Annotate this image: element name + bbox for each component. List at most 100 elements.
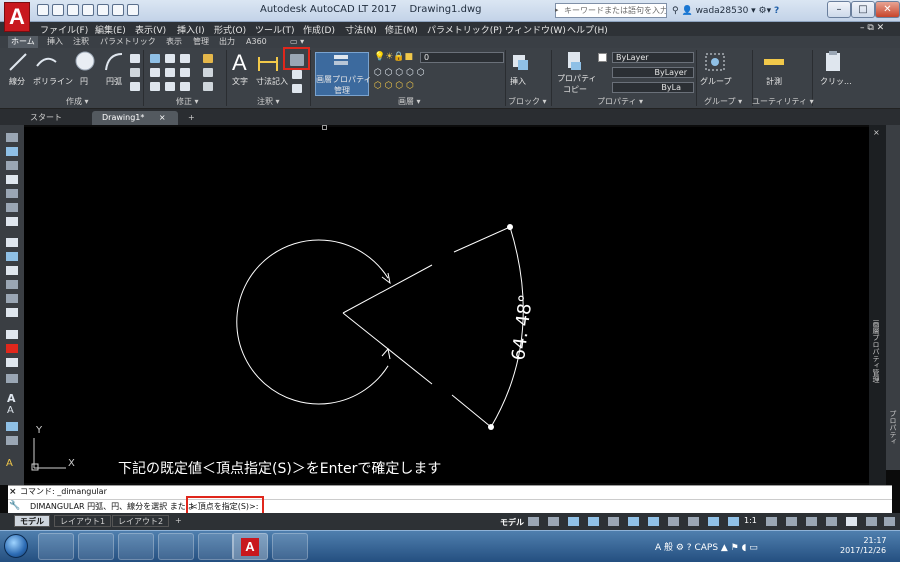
toolbar-tool-icon[interactable] — [6, 422, 18, 431]
rectangle-icon[interactable] — [130, 54, 140, 63]
toolbar-tool-icon[interactable] — [6, 308, 18, 317]
toolbar-tool-icon[interactable] — [6, 330, 18, 339]
clean-screen-icon[interactable] — [846, 517, 857, 526]
annotative-text-icon[interactable]: A — [6, 458, 13, 469]
stretch-icon[interactable] — [150, 82, 160, 91]
insert-block-icon[interactable] — [510, 52, 530, 72]
toolbar-tool-icon[interactable] — [6, 358, 18, 367]
tab-layout2[interactable]: レイアウト2 — [112, 515, 170, 527]
panel-title-modify[interactable]: 修正 ▾ — [176, 96, 199, 107]
layer-match-icons[interactable]: ⬡ ⬡ ⬡ ⬡ — [374, 81, 414, 91]
toolbar-tool-icon[interactable] — [6, 147, 18, 156]
toolbar-tool-icon[interactable] — [6, 189, 18, 198]
taskbar-media-app[interactable] — [38, 533, 74, 560]
system-tray[interactable]: A 般 ⚙ ? CAPS ▲ ⚑ ◖ ▭ — [655, 540, 758, 553]
panel-title-draw[interactable]: 作成 ▾ — [66, 96, 89, 107]
fillet-icon[interactable] — [180, 68, 190, 77]
menu-window[interactable]: ウィンドウ(W) — [505, 23, 566, 36]
toolbar-tool-icon[interactable] — [6, 175, 18, 184]
start-button[interactable] — [4, 534, 28, 558]
layer-state-icons[interactable]: 💡☀🔒■ — [374, 52, 413, 62]
ortho-icon[interactable] — [568, 517, 579, 526]
add-layout-button[interactable]: + — [170, 515, 187, 527]
array-icon[interactable] — [180, 82, 190, 91]
new-tab-button[interactable]: + — [178, 111, 205, 125]
menu-file[interactable]: ファイル(F) — [40, 23, 88, 36]
new-file-icon[interactable] — [37, 4, 49, 16]
tab-annotate[interactable]: 注釈 — [70, 36, 92, 48]
search-input[interactable]: キーワードまたは語句を入力 — [555, 3, 667, 18]
tab-view[interactable]: 表示 — [163, 36, 185, 48]
group-icon[interactable] — [704, 52, 726, 72]
units-icon[interactable] — [806, 517, 817, 526]
menu-window-controls[interactable]: – ⧉ ✕ — [860, 23, 884, 33]
line-icon[interactable] — [8, 52, 28, 72]
grid-icon[interactable] — [528, 517, 539, 526]
tab-a360[interactable]: A360 — [243, 36, 270, 48]
clock-time[interactable]: 21:17 — [852, 535, 898, 546]
tab-layout1[interactable]: レイアウト1 — [54, 515, 112, 527]
tab-start[interactable]: スタート — [20, 111, 72, 125]
text-tool-icon[interactable]: A — [7, 392, 16, 405]
gradient-icon[interactable] — [130, 82, 140, 91]
tab-drawing[interactable]: Drawing1* × — [92, 111, 178, 125]
toolbar-tool-icon[interactable] — [6, 344, 18, 353]
redo-icon[interactable] — [127, 4, 139, 16]
tab-parametric[interactable]: パラメトリック — [97, 36, 159, 48]
app-menu-button[interactable]: A — [4, 2, 30, 32]
dimension-icon[interactable] — [256, 52, 280, 74]
panel-title-utilities[interactable]: ユーティリティ ▾ — [752, 96, 814, 107]
lineweight-dropdown[interactable]: ByLa — [612, 82, 694, 93]
model-space-button[interactable]: モデル — [500, 517, 524, 528]
clipboard-icon[interactable] — [824, 50, 842, 72]
otrack-icon[interactable] — [648, 517, 659, 526]
lineweight-icon[interactable] — [668, 517, 679, 526]
open-file-icon[interactable] — [52, 4, 64, 16]
annotation-scale[interactable]: 1:1 — [744, 516, 757, 525]
close-command-icon[interactable]: × — [9, 487, 17, 497]
layer-properties-palette-label[interactable]: 画層プロパティ管理 — [871, 320, 881, 383]
search-arrow-icon[interactable]: ▸ — [555, 3, 563, 18]
color-dropdown[interactable]: ByLayer — [612, 52, 694, 63]
menu-edit[interactable]: 編集(E) — [95, 23, 126, 36]
layer-dropdown[interactable]: 0 — [420, 52, 504, 63]
scale-icon[interactable] — [165, 82, 175, 91]
undo-icon[interactable] — [112, 4, 124, 16]
taskbar-chrome-app[interactable] — [118, 533, 154, 560]
toolbar-tool-icon[interactable] — [6, 266, 18, 275]
binoculars-icon[interactable]: ⚲ — [672, 6, 679, 16]
toolbar-tool-icon[interactable] — [6, 161, 18, 170]
erase-icon[interactable] — [203, 54, 213, 63]
customize-icon[interactable] — [884, 517, 895, 526]
layer-tools-icons[interactable]: ⬡ ⬡ ⬡ ⬡ ⬡ — [374, 68, 425, 78]
linetype-dropdown[interactable]: ByLayer — [612, 67, 694, 78]
menu-draw[interactable]: 作成(D) — [303, 23, 335, 36]
move-icon[interactable] — [150, 54, 160, 63]
annotation-visibility-icon[interactable] — [708, 517, 719, 526]
toolbar-tool-icon[interactable] — [6, 436, 18, 445]
polar-icon[interactable] — [588, 517, 599, 526]
tab-output[interactable]: 出力 — [216, 36, 238, 48]
maximize-button[interactable]: □ — [851, 1, 875, 18]
close-tab-icon[interactable]: × — [159, 113, 166, 122]
quick-properties-icon[interactable] — [826, 517, 837, 526]
close-palette-icon[interactable]: × — [873, 128, 880, 137]
help-icon[interactable]: ? — [774, 6, 779, 16]
snap-icon[interactable] — [548, 517, 559, 526]
menu-help[interactable]: ヘルプ(H) — [567, 23, 608, 36]
tab-manage[interactable]: 管理 — [190, 36, 212, 48]
isodraft-icon[interactable] — [608, 517, 619, 526]
panel-title-layer[interactable]: 画層 ▾ — [398, 96, 421, 107]
save-as-icon[interactable] — [82, 4, 94, 16]
exchange-icon[interactable]: ▾ ⚙▾ — [751, 6, 771, 16]
taskbar-ie-app[interactable] — [198, 533, 234, 560]
save-icon[interactable] — [67, 4, 79, 16]
taskbar-app[interactable] — [158, 533, 194, 560]
transparency-icon[interactable] — [688, 517, 699, 526]
panel-title-block[interactable]: ブロック ▾ — [508, 96, 547, 107]
match-properties-icon[interactable] — [565, 50, 585, 72]
toolbar-tool-icon[interactable] — [6, 238, 18, 247]
workspace-icon[interactable] — [766, 517, 777, 526]
minimize-button[interactable]: – — [827, 1, 851, 18]
toolbar-tool-icon[interactable] — [6, 294, 18, 303]
